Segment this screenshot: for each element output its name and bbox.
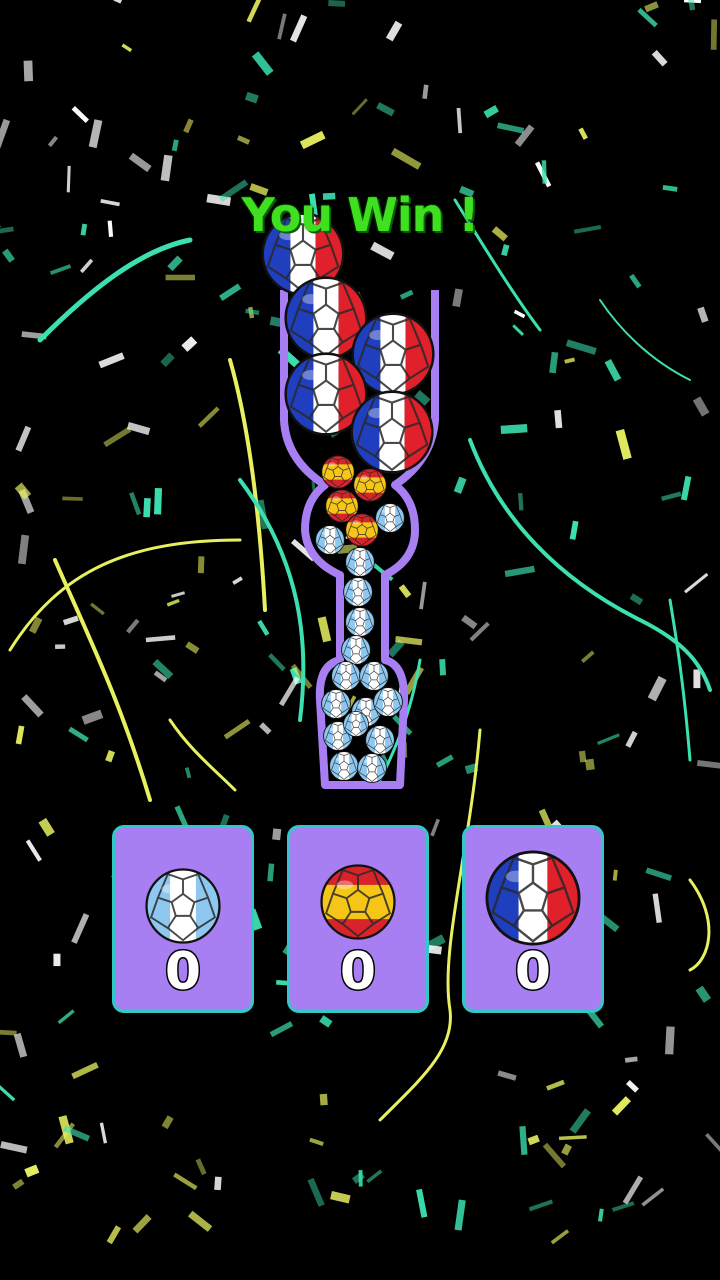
argentina-ball (359, 661, 389, 691)
france-ball-icon (485, 850, 581, 946)
card-france[interactable]: 0 (462, 825, 604, 1013)
argentina-ball (343, 577, 373, 607)
spain-ball-icon (320, 864, 396, 940)
argentina-ball (357, 753, 387, 783)
card-count-france: 0 (513, 942, 552, 1002)
argentina-ball (321, 689, 351, 719)
card-spain[interactable]: 0 (287, 825, 429, 1013)
france-ball (350, 390, 434, 474)
card-argentina[interactable]: 0 (112, 825, 254, 1013)
argentina-ball-icon (145, 868, 221, 944)
argentina-ball (345, 607, 375, 637)
argentina-ball (375, 503, 405, 533)
spain-ball (353, 468, 387, 502)
card-count-argentina: 0 (163, 942, 202, 1002)
argentina-ball (373, 687, 403, 717)
argentina-ball (343, 711, 369, 737)
win-banner: You Win ! (241, 188, 480, 242)
card-count-spain: 0 (338, 942, 377, 1002)
spain-ball (321, 455, 355, 489)
spain-ball (345, 513, 379, 547)
argentina-ball (345, 547, 375, 577)
argentina-ball (341, 635, 371, 665)
argentina-ball (329, 751, 359, 781)
game-screen: You Win ! 0 0 0 (0, 0, 720, 1280)
argentina-ball (365, 725, 395, 755)
argentina-ball (315, 525, 345, 555)
argentina-ball (331, 661, 361, 691)
